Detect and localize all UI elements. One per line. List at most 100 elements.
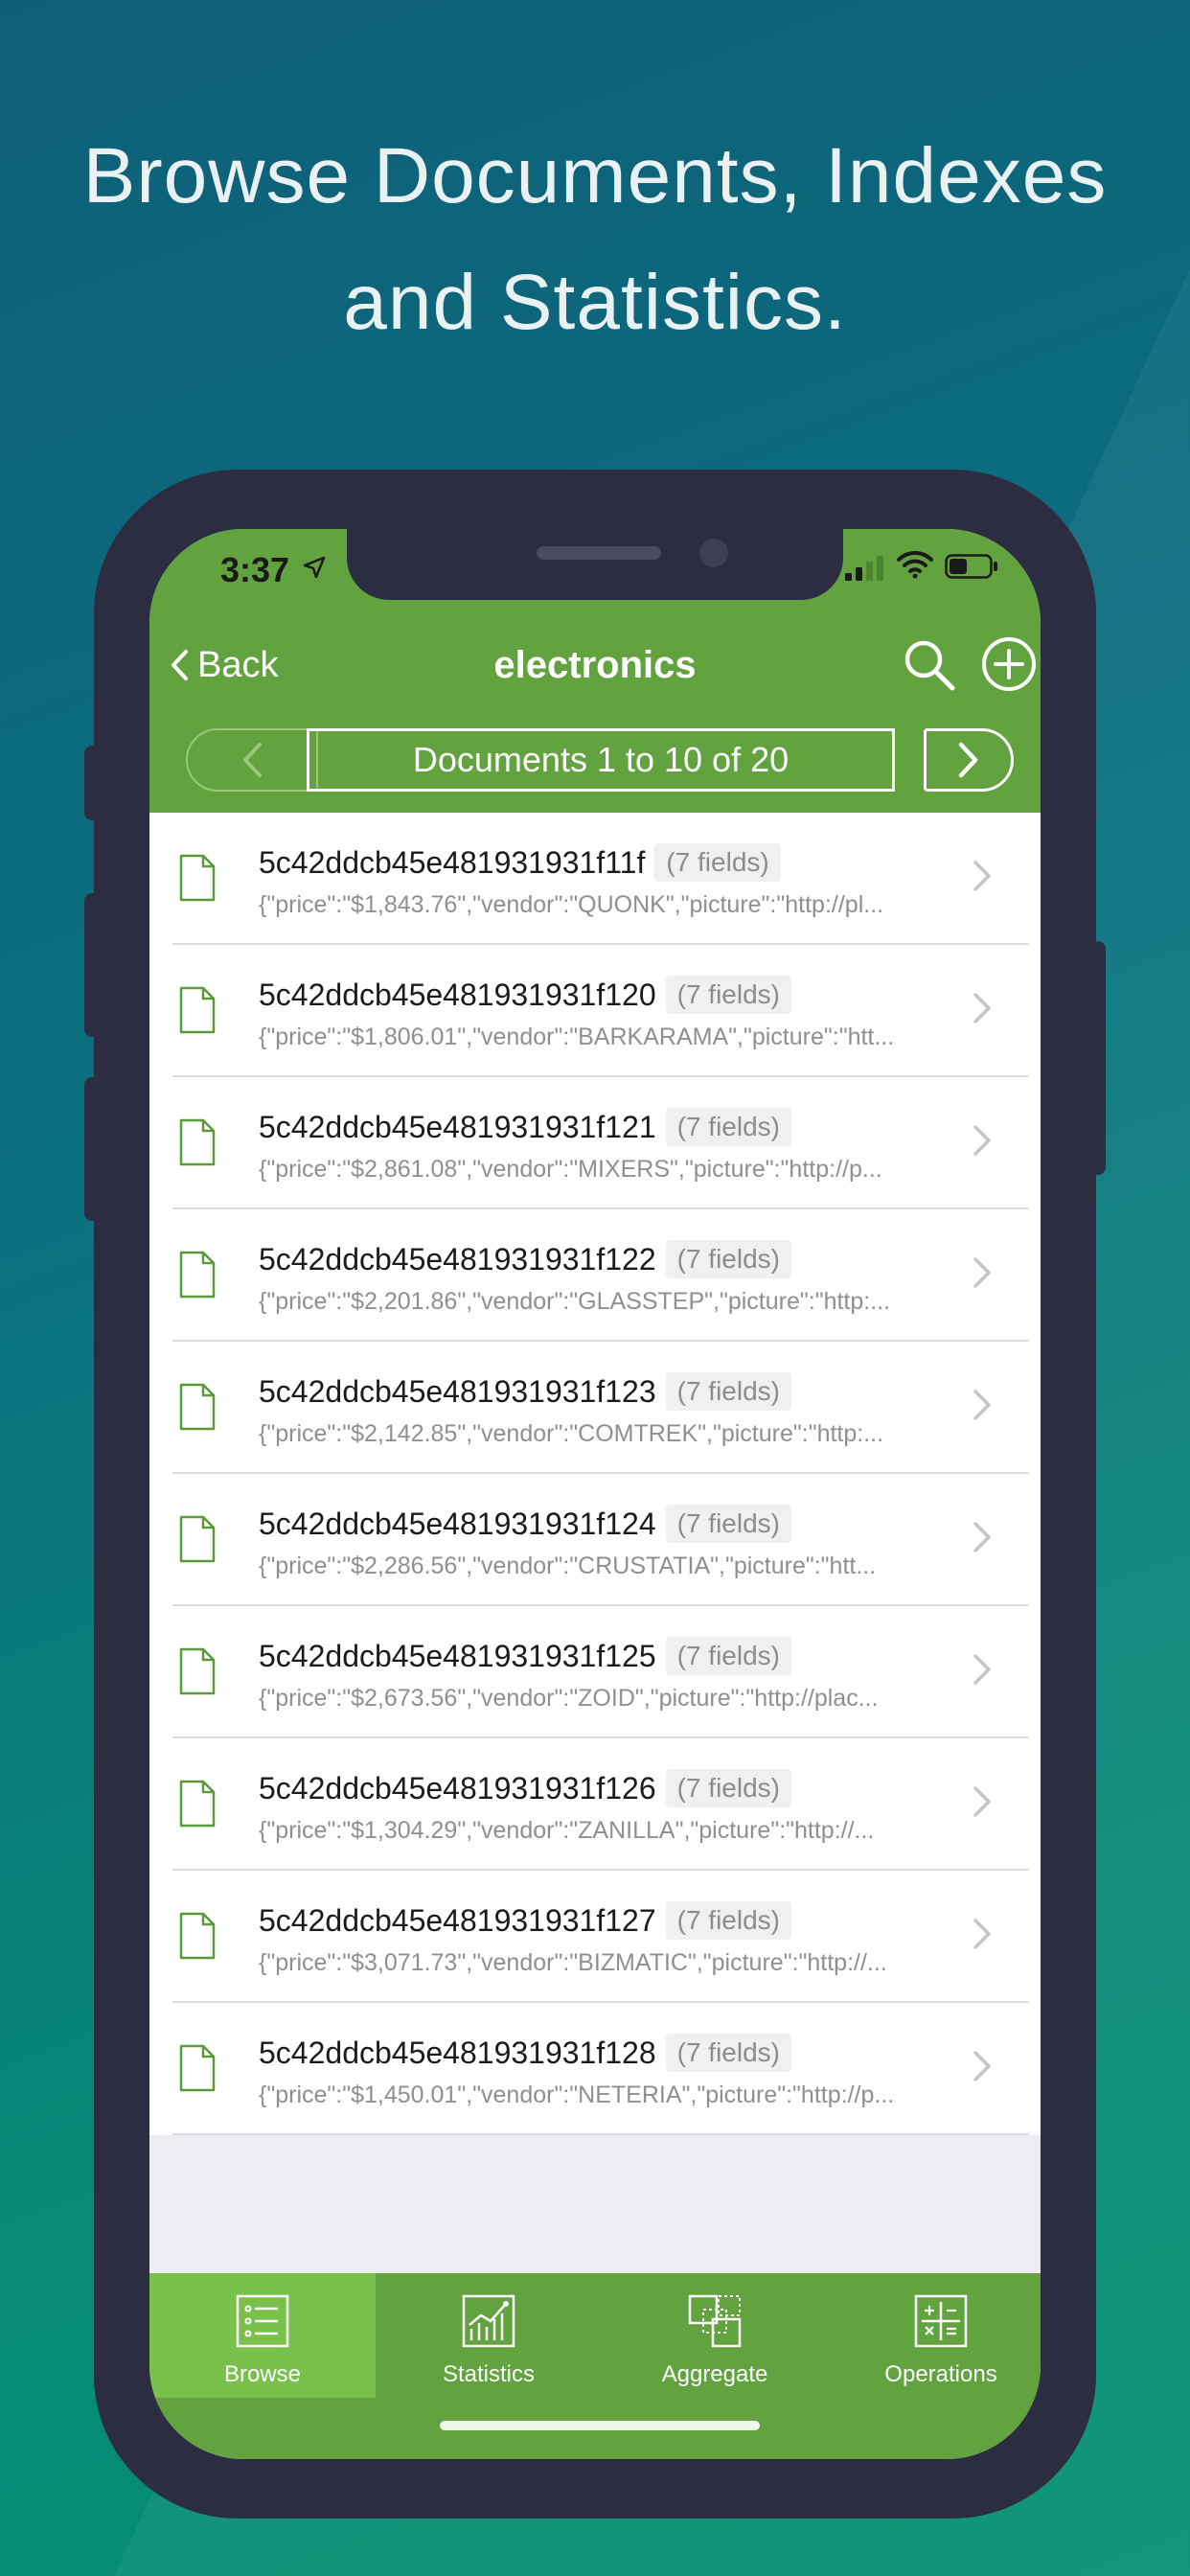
document-id-text: 5c42ddcb45e481931931f11f: [259, 845, 646, 880]
chevron-right-icon: [958, 742, 978, 778]
document-preview: {"price":"$1,806.01","vendor":"BARKARAMA…: [259, 1024, 895, 1050]
headline: Browse Documents, Indexes and Statistics…: [0, 113, 1190, 366]
document-id: 5c42ddcb45e481931931f124 (7 fields): [259, 1505, 791, 1543]
document-preview: {"price":"$2,861.08","vendor":"MIXERS","…: [259, 1156, 882, 1183]
calculator-icon: [914, 2294, 968, 2348]
chevron-right-icon: [973, 1390, 991, 1420]
document-icon: [179, 1647, 216, 1695]
headline-line-2: and Statistics.: [343, 259, 847, 346]
chevron-right-icon: [973, 1919, 991, 1949]
document-id: 5c42ddcb45e481931931f125 (7 fields): [259, 1637, 791, 1675]
document-row[interactable]: 5c42ddcb45e481931931f125 (7 fields) {"pric…: [149, 1606, 1041, 1738]
document-icon: [179, 986, 216, 1034]
document-icon: [179, 1515, 216, 1563]
field-count-badge: (7 fields): [665, 2034, 791, 2072]
list-icon: [236, 2294, 289, 2348]
document-id: 5c42ddcb45e481931931f126 (7 fields): [259, 1769, 791, 1807]
document-id: 5c42ddcb45e481931931f122 (7 fields): [259, 1240, 791, 1278]
next-page-button[interactable]: [924, 728, 1014, 792]
document-list: 5c42ddcb45e481931931f11f (7 fields) {"pric…: [149, 813, 1041, 2135]
notch: [347, 529, 843, 600]
chevron-right-icon: [973, 1654, 991, 1685]
tab-statistics[interactable]: Statistics: [376, 2273, 602, 2398]
tab-statistics-label: Statistics: [442, 2361, 536, 2387]
document-row[interactable]: 5c42ddcb45e481931931f124 (7 fields) {"pric…: [149, 1474, 1041, 1606]
chevron-right-icon: [973, 861, 991, 891]
document-row[interactable]: 5c42ddcb45e481931931f126 (7 fields) {"pric…: [149, 1738, 1041, 1871]
battery-icon: [945, 554, 997, 579]
document-icon: [179, 1780, 216, 1828]
tab-browse-label: Browse: [223, 2361, 302, 2387]
field-count-badge: (7 fields): [665, 976, 791, 1014]
field-count-badge: (7 fields): [665, 1240, 791, 1278]
chevron-right-icon: [973, 1786, 991, 1817]
front-camera: [699, 539, 728, 567]
home-indicator[interactable]: [440, 2421, 760, 2430]
document-preview: {"price":"$1,450.01","vendor":"NETERIA",…: [259, 2082, 895, 2108]
document-id-text: 5c42ddcb45e481931931f126: [259, 1771, 656, 1806]
field-count-badge: (7 fields): [665, 1505, 791, 1543]
add-document-icon[interactable]: [979, 634, 1039, 694]
document-row[interactable]: 5c42ddcb45e481931931f11f (7 fields) {"pric…: [149, 813, 1041, 945]
chevron-right-icon: [973, 1257, 991, 1288]
phone-screen: 3:37 Back electronics Documents 1 to 10 …: [149, 529, 1041, 2459]
document-id-text: 5c42ddcb45e481931931f120: [259, 978, 656, 1012]
chart-icon: [462, 2294, 515, 2348]
aggregate-icon: [688, 2294, 742, 2348]
document-id-text: 5c42ddcb45e481931931f122: [259, 1242, 656, 1276]
document-row[interactable]: 5c42ddcb45e481931931f127 (7 fields) {"pric…: [149, 1871, 1041, 2003]
document-id: 5c42ddcb45e481931931f120 (7 fields): [259, 976, 791, 1014]
tab-bar: Browse Statistics Aggregate Operations: [149, 2273, 1041, 2459]
document-id-text: 5c42ddcb45e481931931f125: [259, 1639, 656, 1673]
document-id-text: 5c42ddcb45e481931931f121: [259, 1110, 656, 1144]
previous-page-button[interactable]: [186, 728, 318, 792]
chevron-right-icon: [973, 2051, 991, 2082]
chevron-right-icon: [973, 1125, 991, 1156]
document-row[interactable]: 5c42ddcb45e481931931f128 (7 fields) {"pric…: [149, 2003, 1041, 2135]
document-id-text: 5c42ddcb45e481931931f128: [259, 2036, 656, 2070]
document-id: 5c42ddcb45e481931931f121 (7 fields): [259, 1108, 791, 1146]
field-count-badge: (7 fields): [665, 1901, 791, 1940]
search-icon[interactable]: [901, 636, 958, 694]
document-row[interactable]: 5c42ddcb45e481931931f123 (7 fields) {"pric…: [149, 1342, 1041, 1474]
cellular-signal-icon: [845, 556, 883, 581]
document-preview: {"price":"$2,201.86","vendor":"GLASSTEP"…: [259, 1288, 891, 1315]
status-time: 3:37: [220, 550, 290, 589]
speaker-grille: [537, 546, 661, 560]
row-separator: [172, 2133, 1029, 2135]
field-count-badge: (7 fields): [665, 1769, 791, 1807]
field-count-badge: (7 fields): [665, 1637, 791, 1675]
chevron-right-icon: [973, 993, 991, 1024]
field-count-badge: (7 fields): [665, 1372, 791, 1411]
document-row[interactable]: 5c42ddcb45e481931931f122 (7 fields) {"pric…: [149, 1209, 1041, 1342]
document-preview: {"price":"$2,286.56","vendor":"CRUSTATIA…: [259, 1552, 877, 1579]
chevron-left-icon: [243, 743, 262, 777]
document-icon: [179, 2044, 216, 2092]
document-icon: [179, 1118, 216, 1166]
document-id: 5c42ddcb45e481931931f127 (7 fields): [259, 1901, 791, 1940]
document-row[interactable]: 5c42ddcb45e481931931f121 (7 fields) {"pric…: [149, 1077, 1041, 1209]
tab-aggregate[interactable]: Aggregate: [602, 2273, 828, 2398]
tab-operations[interactable]: Operations: [828, 2273, 1041, 2398]
document-id-text: 5c42ddcb45e481931931f123: [259, 1374, 656, 1409]
document-icon: [179, 1251, 216, 1299]
location-arrow-icon: [303, 556, 326, 579]
document-icon: [179, 854, 216, 902]
tab-aggregate-label: Aggregate: [661, 2361, 768, 2387]
document-id: 5c42ddcb45e481931931f11f (7 fields): [259, 843, 781, 882]
document-preview: {"price":"$3,071.73","vendor":"BIZMATIC"…: [259, 1949, 887, 1976]
document-id-text: 5c42ddcb45e481931931f124: [259, 1506, 656, 1541]
document-preview: {"price":"$2,142.85","vendor":"COMTREK",…: [259, 1420, 884, 1447]
tab-browse[interactable]: Browse: [149, 2273, 376, 2398]
document-id-text: 5c42ddcb45e481931931f127: [259, 1903, 656, 1938]
document-preview: {"price":"$1,304.29","vendor":"ZANILLA",…: [259, 1817, 875, 1844]
document-icon: [179, 1383, 216, 1431]
tab-operations-label: Operations: [884, 2361, 997, 2387]
pagination-label: Documents 1 to 10 of 20: [307, 728, 895, 792]
headline-line-1: Browse Documents, Indexes: [82, 132, 1108, 219]
document-preview: {"price":"$1,843.76","vendor":"QUONK","p…: [259, 891, 884, 918]
document-row[interactable]: 5c42ddcb45e481931931f120 (7 fields) {"pric…: [149, 945, 1041, 1077]
document-preview: {"price":"$2,673.56","vendor":"ZOID","pi…: [259, 1685, 879, 1712]
field-count-badge: (7 fields): [665, 1108, 791, 1146]
document-id: 5c42ddcb45e481931931f123 (7 fields): [259, 1372, 791, 1411]
